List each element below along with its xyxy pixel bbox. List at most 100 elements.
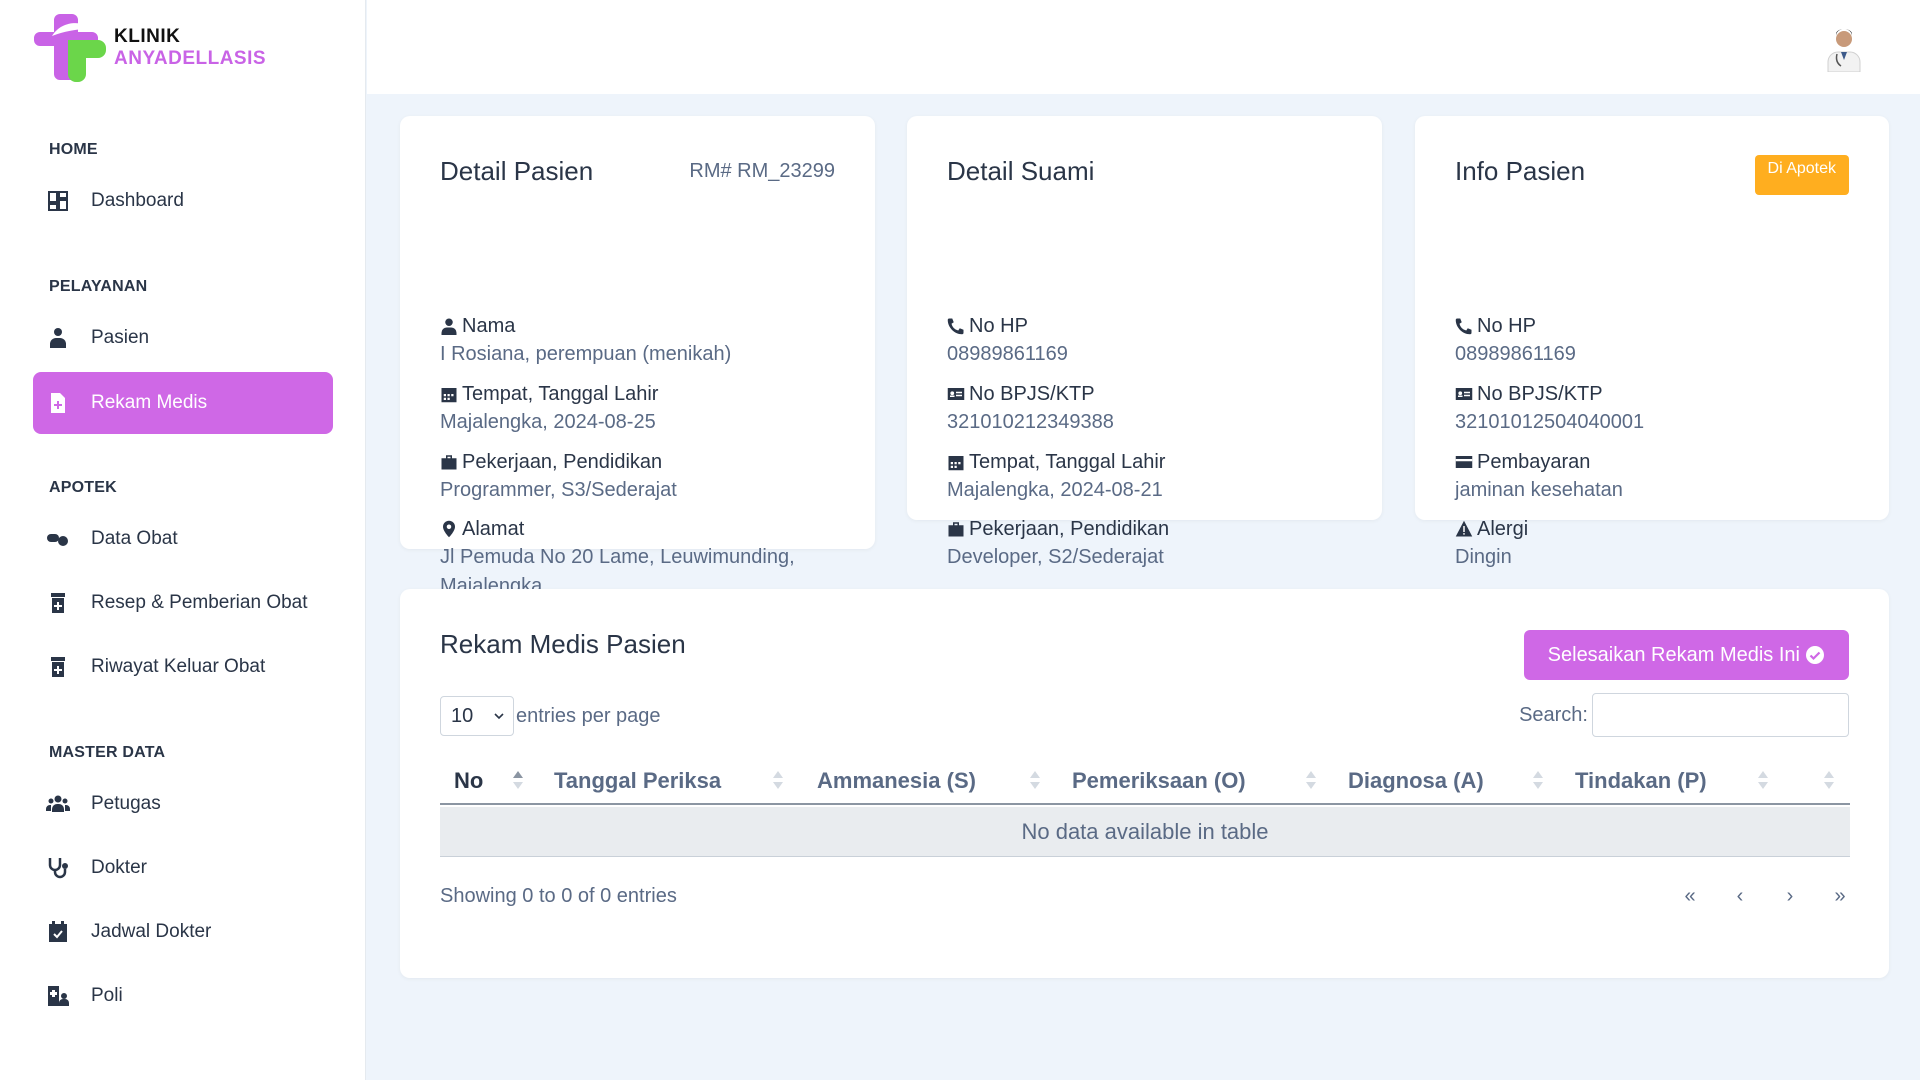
field-alergi: Alergi Dingin [1455,515,1528,572]
column-pemeriksaan[interactable]: Pemeriksaan (O) [1072,757,1246,805]
sidebar-item-label: Jadwal Dokter [91,921,212,942]
calendar-check-icon [45,919,71,945]
id-card-icon [1455,388,1473,400]
field-value: Majalengka, 2024-08-21 [947,479,1163,501]
sidebar-item-label: Pasien [91,327,150,348]
field-value: 08989861169 [947,343,1068,365]
info-pasien-card: Info Pasien Di Apotek No HP 08989861169 … [1415,116,1889,568]
sidebar-item-resep[interactable]: Resep & Pemberian Obat [33,572,333,634]
field-no-hp: No HP 08989861169 [947,312,1068,369]
field-value: 32101012504040001 [1455,411,1645,433]
field-ttl: Tempat, Tanggal Lahir Majalengka, 2024-0… [440,380,658,437]
sort-icon [513,769,523,791]
sidebar-item-data-obat[interactable]: Data Obat [33,508,333,570]
nav-section-home: HOME [49,141,98,158]
sort-icon [1306,769,1316,791]
warning-icon [1455,520,1473,537]
page-length-select[interactable]: 10 [440,696,514,736]
field-value: jaminan kesehatan [1455,479,1623,501]
sidebar-item-label: Data Obat [91,528,178,549]
column-tindakan[interactable]: Tindakan (P) [1575,757,1707,805]
field-label: Pekerjaan, Pendidikan [969,517,1170,540]
column-tanggal[interactable]: Tanggal Periksa [554,757,721,805]
page-first-button[interactable]: « [1665,885,1715,908]
chevron-down-icon [494,713,504,720]
sidebar-item-pasien[interactable]: Pasien [33,307,333,369]
id-card-icon [947,388,965,400]
sidebar-item-poli[interactable]: Poli [33,965,333,1027]
table-info: Showing 0 to 0 of 0 entries [440,885,677,907]
finish-record-button[interactable]: Selesaikan Rekam Medis Ini [1523,630,1849,680]
nav-section-master-data: MASTER DATA [49,744,166,761]
sidebar: KLINIK ANYADELLASIS HOME Dashboard PELAY… [0,0,366,1080]
page-next-button[interactable]: › [1765,885,1815,908]
field-label: Tempat, Tanggal Lahir [969,450,1166,473]
check-circle-icon [1806,646,1824,664]
field-value: Programmer, S3/Sederajat [440,479,677,501]
page-last-button[interactable]: » [1815,885,1865,908]
field-label: Tempat, Tanggal Lahir [462,382,659,405]
users-icon [45,791,71,817]
sidebar-item-rekam-medis[interactable]: Rekam Medis [33,372,333,434]
page-length-control: 10 entries per page [440,696,661,736]
field-pembayaran: Pembayaran jaminan kesehatan [1455,448,1623,505]
detail-suami-card: Detail Suami No HP 08989861169 No BPJS/K… [907,116,1382,568]
field-value: 321010212349388 [947,411,1114,433]
field-value: I Rosiana, perempuan (menikah) [440,343,732,365]
field-label: No HP [969,314,1028,337]
briefcase-icon [441,455,457,470]
calendar-icon [948,456,964,471]
field-label: No HP [1477,314,1536,337]
field-pekerjaan: Pekerjaan, Pendidikan Programmer, S3/Sed… [440,448,677,505]
page-prev-button[interactable]: ‹ [1715,885,1765,908]
topbar [367,0,1920,94]
prescription-bottle-icon [45,654,71,680]
sort-icon [1824,769,1834,791]
field-label: Alamat [462,517,525,540]
sidebar-item-label: Rekam Medis [91,392,208,413]
clinic-logo[interactable]: KLINIK ANYADELLASIS [32,10,266,86]
card-title: Rekam Medis Pasien [440,629,686,659]
card-title: Detail Pasien [440,156,594,186]
sidebar-item-jadwal-dokter[interactable]: Jadwal Dokter [33,901,333,963]
medical-cross-logo-icon [34,14,106,82]
search-input[interactable] [1592,693,1849,737]
sidebar-item-petugas[interactable]: Petugas [33,773,333,835]
user-icon [441,318,457,335]
patient-icon [45,325,71,351]
field-value: Majalengka, 2024-08-25 [440,411,656,433]
search-label: Search: [1519,703,1588,726]
column-ammanesia[interactable]: Ammanesia (S) [817,757,976,805]
table-header: No Tanggal Periksa Ammanesia (S) Pemerik… [440,757,1850,805]
sidebar-item-label: Dokter [91,857,147,878]
sidebar-item-label: Riwayat Keluar Obat [91,656,266,677]
column-diagnosa[interactable]: Diagnosa (A) [1348,757,1484,805]
phone-icon [947,318,964,335]
column-no[interactable]: No [454,757,483,805]
detail-pasien-card: Detail Pasien RM# RM_23299 Nama I Rosian… [400,116,875,597]
field-pekerjaan: Pekerjaan, Pendidikan Developer, S2/Sede… [947,515,1169,572]
stethoscope-icon [45,855,71,881]
entries-label: entries per page [516,704,661,727]
sidebar-item-label: Poli [91,985,123,1006]
pills-icon [45,526,71,552]
sidebar-item-dokter[interactable]: Dokter [33,837,333,899]
field-value: Developer, S2/Sederajat [947,546,1164,568]
field-no-hp: No HP 08989861169 [1455,312,1576,369]
prescription-bottle-icon [45,590,71,616]
pagination: « ‹ › » [1665,885,1865,908]
field-ttl: Tempat, Tanggal Lahir Majalengka, 2024-0… [947,448,1165,505]
map-marker-icon [443,520,455,538]
status-badge: Di Apotek [1754,155,1849,195]
nav-section-apotek: APOTEK [49,479,117,496]
card-title: Detail Suami [947,156,1095,186]
doctor-avatar[interactable] [1824,28,1864,72]
sidebar-item-dashboard[interactable]: Dashboard [33,170,333,232]
field-label: Pembayaran [1477,450,1591,473]
sidebar-item-riwayat[interactable]: Riwayat Keluar Obat [33,636,333,698]
briefcase-icon [948,522,964,537]
brand-line2: ANYADELLASIS [114,48,267,69]
field-label: Pekerjaan, Pendidikan [462,450,663,473]
nav-section-pelayanan: PELAYANAN [49,278,148,295]
field-label: No BPJS/KTP [1477,382,1603,405]
